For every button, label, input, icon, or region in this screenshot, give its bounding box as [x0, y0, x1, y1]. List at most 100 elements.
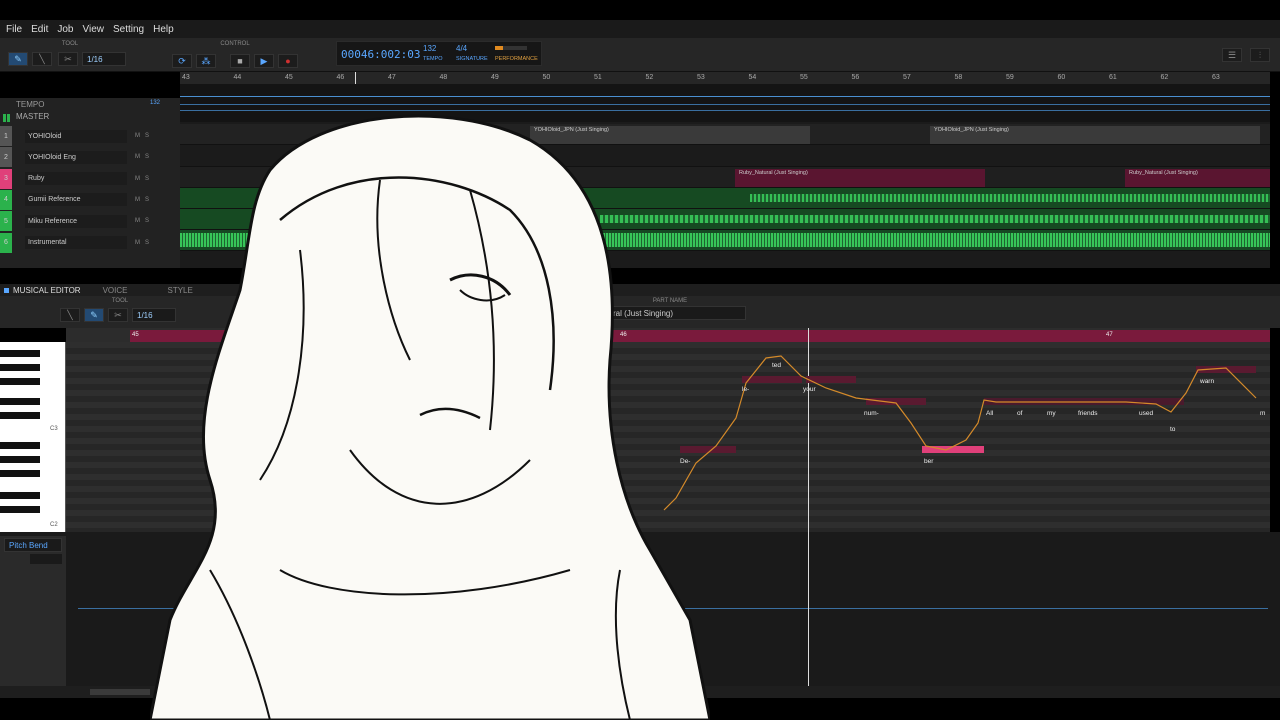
timeline-ruler[interactable]: 43 44 45 46 47 48 49 50 51 52 53 54 55 56 57 58 59 60 61 62… — [180, 72, 1270, 84]
lyric-of[interactable]: of — [1017, 410, 1022, 417]
signature-value[interactable]: 4/4 — [456, 44, 467, 53]
ruler-tick: 49 — [491, 74, 499, 81]
editor-pencil-tool-icon[interactable]: ✎ — [84, 308, 104, 322]
ruler-tick: 48 — [439, 74, 448, 81]
metronome-icon[interactable]: ⁂ — [196, 54, 216, 68]
ruler-tick: 61 — [1109, 74, 1117, 81]
track-number: 2 — [0, 147, 12, 168]
lyric-m[interactable]: m — [1260, 410, 1265, 417]
track-number: 4 — [0, 189, 12, 210]
line-tool-icon[interactable]: ╲ — [32, 52, 52, 66]
play-icon[interactable]: ▶ — [254, 54, 274, 68]
c2-label: C2 — [50, 522, 58, 528]
clip-yohio-2[interactable]: YOHIOloid_JPN (Just Singing) — [930, 126, 1260, 144]
menu-edit[interactable]: Edit — [31, 24, 48, 35]
lyric-my[interactable]: my — [1047, 410, 1056, 417]
solo-button[interactable]: S — [145, 176, 149, 182]
piano-keyboard[interactable]: C3 C2 — [0, 342, 66, 532]
scroll-thumb[interactable] — [90, 689, 150, 695]
mute-button[interactable]: M — [135, 154, 140, 160]
character-sketch — [150, 114, 710, 720]
solo-button[interactable]: S — [145, 154, 149, 160]
record-icon[interactable]: ● — [278, 54, 298, 68]
mute-button[interactable]: M — [135, 176, 140, 182]
quantize-select[interactable]: 1/16 — [82, 52, 126, 66]
menu-job[interactable]: Job — [57, 24, 73, 35]
parameter-value-field[interactable] — [30, 554, 62, 564]
track-name[interactable]: Miku Reference — [25, 214, 127, 228]
lyric-to[interactable]: to — [1170, 426, 1175, 433]
solo-button[interactable]: S — [145, 218, 149, 224]
parameter-select[interactable]: Pitch Bend — [4, 538, 62, 552]
lyric-friends[interactable]: friends — [1078, 410, 1098, 417]
time-display[interactable]: 00046:002:03 — [341, 48, 420, 61]
performance-meter — [495, 46, 527, 50]
ruler-tick: 58 — [954, 74, 963, 81]
mixer-icon[interactable]: ⫶ — [1250, 48, 1270, 62]
menu-file[interactable]: File — [6, 24, 22, 35]
ruler-tick: 52 — [645, 74, 654, 81]
ruler-tick: 60 — [1057, 74, 1066, 81]
menu-setting[interactable]: Setting — [113, 24, 144, 35]
clip-ruby-1[interactable]: Ruby_Natural (Just Singing) — [735, 169, 985, 187]
mute-button[interactable]: M — [135, 240, 140, 246]
parameter-sidebar: Pitch Bend — [0, 536, 66, 687]
ruler-tick: 56 — [851, 74, 860, 81]
lyric-le[interactable]: le- — [742, 386, 749, 393]
ruler-tick: 44 — [233, 74, 242, 81]
master-meter-icon — [3, 114, 11, 122]
track-name[interactable]: YOHIOloid Eng — [25, 150, 127, 164]
tempo-value[interactable]: 132 — [423, 44, 436, 53]
lyric-num[interactable]: num- — [864, 410, 879, 417]
lyric-ber[interactable]: ber — [924, 458, 933, 465]
pencil-tool-icon[interactable]: ✎ — [8, 52, 28, 66]
solo-button[interactable]: S — [145, 197, 149, 203]
ruler-tick: 45 — [285, 74, 293, 81]
mute-button[interactable]: M — [135, 218, 140, 224]
track-number: 6 — [0, 232, 12, 253]
ruler-tick: 46 — [336, 74, 345, 81]
menu-view[interactable]: View — [82, 24, 104, 35]
ruler-tick: 59 — [1006, 74, 1014, 81]
ruler-tick: 43 — [182, 74, 190, 81]
loop-icon[interactable]: ⟳ — [172, 54, 192, 68]
ruler-tick: 62 — [1160, 74, 1169, 81]
ruler-tick: 53 — [697, 74, 705, 81]
editor-scissors-icon[interactable]: ✂ — [108, 308, 128, 322]
tab-musical-editor[interactable]: MUSICAL EDITOR — [13, 286, 81, 295]
tool-group-label: TOOL — [61, 41, 79, 47]
editor-line-tool-icon[interactable]: ╲ — [60, 308, 80, 322]
lyric-ted[interactable]: ted — [772, 362, 781, 369]
menu-bar: File Edit Job View Setting Help — [0, 20, 1280, 38]
scissors-tool-icon[interactable]: ✂ — [58, 52, 78, 66]
ruler-tick: 47 — [388, 74, 396, 81]
main-toolbar: TOOL ✎ ╲ ✂ 1/16 CONTROL ⟳ ⁂ ■ ▶ ● ☰ ⫶ — [0, 38, 1280, 72]
editor-indicator-icon — [4, 287, 9, 293]
control-group-label: CONTROL — [220, 41, 250, 47]
track-name[interactable]: Gumii Reference — [25, 193, 127, 207]
ruler-tick: 57 — [903, 74, 911, 81]
track-name[interactable]: Ruby — [25, 172, 127, 186]
mute-button[interactable]: M — [135, 197, 140, 203]
track-name[interactable]: YOHIOloid — [25, 129, 127, 143]
ruler-tick: 55 — [800, 74, 808, 81]
solo-button[interactable]: S — [145, 133, 149, 139]
track-number: 3 — [0, 168, 12, 189]
solo-button[interactable]: S — [145, 240, 149, 246]
stop-icon[interactable]: ■ — [230, 54, 250, 68]
editor-tool-label: TOOL — [111, 298, 129, 304]
tempo-track-label: TEMPO — [16, 100, 45, 109]
clip-ruby-2[interactable]: Ruby_Natural (Just Singing) — [1125, 169, 1270, 187]
track-number: 5 — [0, 211, 12, 232]
lyric-your[interactable]: your — [803, 386, 816, 393]
ruler-tick: 63 — [1212, 74, 1220, 81]
track-name[interactable]: Instrumental — [25, 236, 127, 249]
list-view-icon[interactable]: ☰ — [1222, 48, 1242, 62]
lyric-all[interactable]: All — [986, 410, 993, 417]
menu-help[interactable]: Help — [153, 24, 174, 35]
tab-voice[interactable]: VOICE — [103, 286, 128, 295]
mute-button[interactable]: M — [135, 133, 140, 139]
ruler-tick: 51 — [594, 74, 602, 81]
lyric-warn[interactable]: warn — [1200, 378, 1214, 385]
lyric-used[interactable]: used — [1139, 410, 1153, 417]
